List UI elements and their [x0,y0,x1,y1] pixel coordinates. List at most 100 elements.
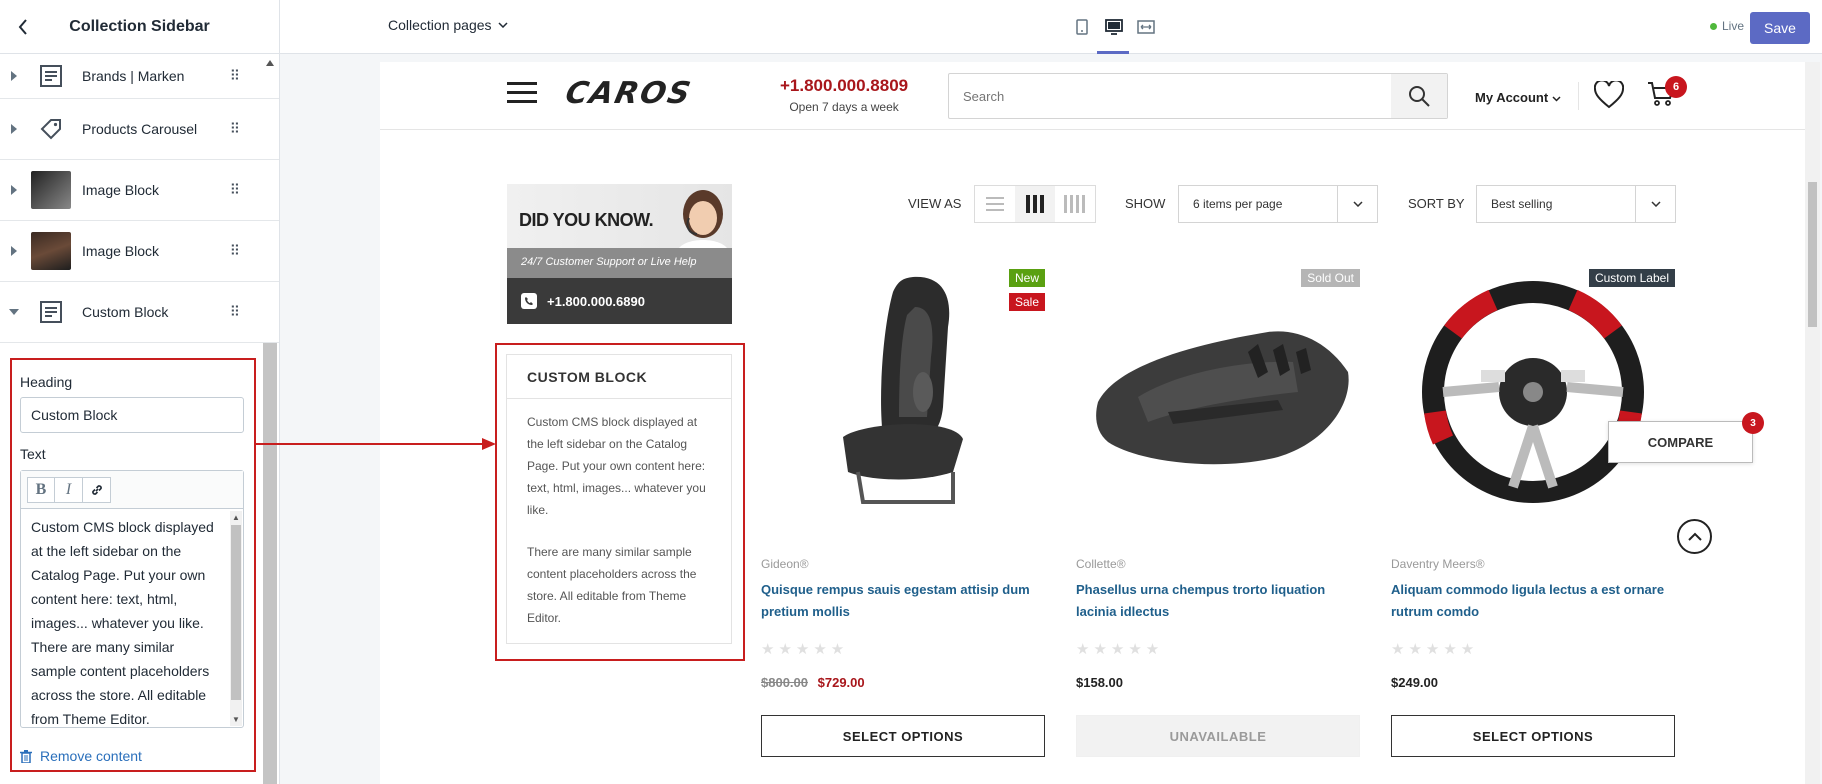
italic-button[interactable]: I [55,477,83,503]
sidebar-header: Collection Sidebar [0,0,279,54]
caret-right-icon[interactable] [11,246,17,256]
grid-4-view-icon[interactable] [1055,186,1095,222]
page-type-select[interactable]: Collection pages [388,17,508,33]
sidebar-item-image-block[interactable]: Image Block ⠿ [0,221,279,282]
sidebar-item-custom-block[interactable]: Custom Block ⠿ [0,282,279,343]
text-scrollbar[interactable]: ▲ ▼ [230,511,242,726]
text-block-icon [28,292,74,332]
scroll-thumb[interactable] [1808,182,1817,327]
sidebar-scrollbar[interactable] [263,343,277,784]
tag-icon [28,109,74,149]
search-input[interactable] [949,74,1389,118]
chevron-left-icon [18,19,27,35]
bold-button[interactable]: B [27,477,55,503]
product-price: $249.00 [1391,675,1438,690]
wishlist-icon[interactable] [1593,79,1625,114]
sidebar-item-products-carousel[interactable]: Products Carousel ⠿ [0,99,279,160]
scroll-up-arrow-icon[interactable] [266,60,274,66]
image-thumbnail [31,232,71,270]
product-brand[interactable]: Gideon® [761,557,809,571]
chevron-down-icon [497,22,508,28]
cart-count-badge: 6 [1665,76,1687,98]
product-rating: ★★★★★ [1391,641,1479,658]
my-account-label: My Account [1475,90,1549,105]
product-image[interactable] [1076,257,1360,527]
back-button[interactable] [10,14,36,40]
back-to-top-button[interactable] [1677,519,1712,554]
live-status: Live [1710,19,1744,33]
scroll-down-icon[interactable]: ▼ [232,715,240,724]
store-phone: +1.800.000.8809 Open 7 days a week [780,76,908,114]
product-price: $800.00 $729.00 [761,675,865,690]
sort-by-select[interactable]: Best selling [1476,185,1676,223]
sidebar-item-label: Image Block [82,243,160,259]
product-title[interactable]: Phasellus urna chempus trorto liquation … [1076,579,1360,623]
sidebar-item-image-block[interactable]: Image Block ⠿ [0,160,279,221]
remove-content-link[interactable]: Remove content [20,748,142,764]
link-button[interactable] [83,477,111,503]
list-view-icon[interactable] [975,186,1015,222]
show-label: SHOW [1125,196,1166,211]
custom-block-paragraph: Custom CMS block displayed at the left s… [527,415,706,517]
promo-banner[interactable]: DID YOU KNOW. 24/7 Customer Support or L… [507,184,732,324]
product-brand[interactable]: Collette® [1076,557,1126,571]
caret-down-icon[interactable] [9,309,19,315]
caret-right-icon[interactable] [11,185,17,195]
grid-3-view-icon[interactable] [1015,186,1055,222]
drag-handle-icon[interactable]: ⠿ [230,243,240,260]
select-options-button[interactable]: SELECT OPTIONS [1391,715,1675,757]
search-button[interactable] [1391,74,1447,118]
custom-block[interactable]: CUSTOM BLOCK Custom CMS block displayed … [506,354,732,644]
items-per-page-select[interactable]: 6 items per page [1178,185,1378,223]
drag-handle-icon[interactable]: ⠿ [230,68,240,85]
save-button[interactable]: Save [1750,12,1810,44]
fullwidth-view-icon[interactable] [1134,15,1158,39]
drag-handle-icon[interactable]: ⠿ [230,182,240,199]
product-image[interactable] [761,257,1045,527]
racing-seat-image [843,276,963,504]
heading-input[interactable] [20,397,244,433]
product-price: $158.00 [1076,675,1123,690]
view-as-label: VIEW AS [908,196,962,211]
rte-toolbar: B I [21,471,243,509]
product-card[interactable]: Sold Out Collette® Phasellus urna chempu… [1076,257,1360,757]
drag-handle-icon[interactable]: ⠿ [230,121,240,138]
product-title[interactable]: Quisque rempus sauis egestam attisip dum… [761,579,1045,623]
text-content[interactable]: Custom CMS block displayed at the left s… [21,509,229,727]
sidebar-item-label: Image Block [82,182,160,198]
product-rating: ★★★★★ [761,641,849,658]
caret-right-icon[interactable] [11,124,17,134]
preview-scrollbar[interactable] [1805,62,1820,784]
promo-phone: +1.800.000.6890 [507,278,732,324]
preview-canvas: CAROS +1.800.000.8809 Open 7 days a week… [280,54,1822,784]
menu-icon[interactable] [507,82,537,109]
product-image[interactable] [1391,257,1675,527]
store-preview[interactable]: CAROS +1.800.000.8809 Open 7 days a week… [380,62,1805,784]
compare-button[interactable]: COMPARE [1608,421,1753,463]
caret-right-icon[interactable] [11,71,17,81]
product-title[interactable]: Aliquam commodo ligula lectus a est orna… [1391,579,1675,623]
rich-text-editor[interactable]: B I Custom CMS block displayed at the le… [20,470,244,728]
product-rating: ★★★★★ [1076,641,1164,658]
desktop-view-icon[interactable] [1102,15,1126,39]
editor-topbar: Collection pages Live Save [280,0,1822,54]
mobile-view-icon[interactable] [1070,15,1094,39]
phone-number[interactable]: +1.800.000.8809 [780,76,908,96]
page-type-label: Collection pages [388,17,492,33]
select-options-button[interactable]: SELECT OPTIONS [761,715,1045,757]
drag-handle-icon[interactable]: ⠿ [230,304,240,321]
scroll-thumb[interactable] [231,525,241,700]
sidebar-item-brands[interactable]: Brands | Marken ⠿ [0,54,279,99]
product-brand[interactable]: Daventry Meers® [1391,557,1485,571]
custom-block-settings: Heading Text B I Custom CMS block displa… [10,358,256,772]
store-logo[interactable]: CAROS [562,76,695,111]
chevron-up-icon [1687,532,1702,541]
product-badge-custom: Custom Label [1588,269,1675,287]
unavailable-button[interactable]: UNAVAILABLE [1076,715,1360,757]
my-account-menu[interactable]: My Account [1475,90,1561,105]
product-card[interactable]: New Sale Gideon® Quisque rempus sauis eg… [761,257,1045,757]
chevron-down-icon [1635,186,1675,222]
custom-block-heading: CUSTOM BLOCK [507,355,731,399]
scroll-up-icon[interactable]: ▲ [232,513,240,522]
product-card[interactable]: Custom Label Daventry Meers® Aliquam com… [1391,257,1675,757]
